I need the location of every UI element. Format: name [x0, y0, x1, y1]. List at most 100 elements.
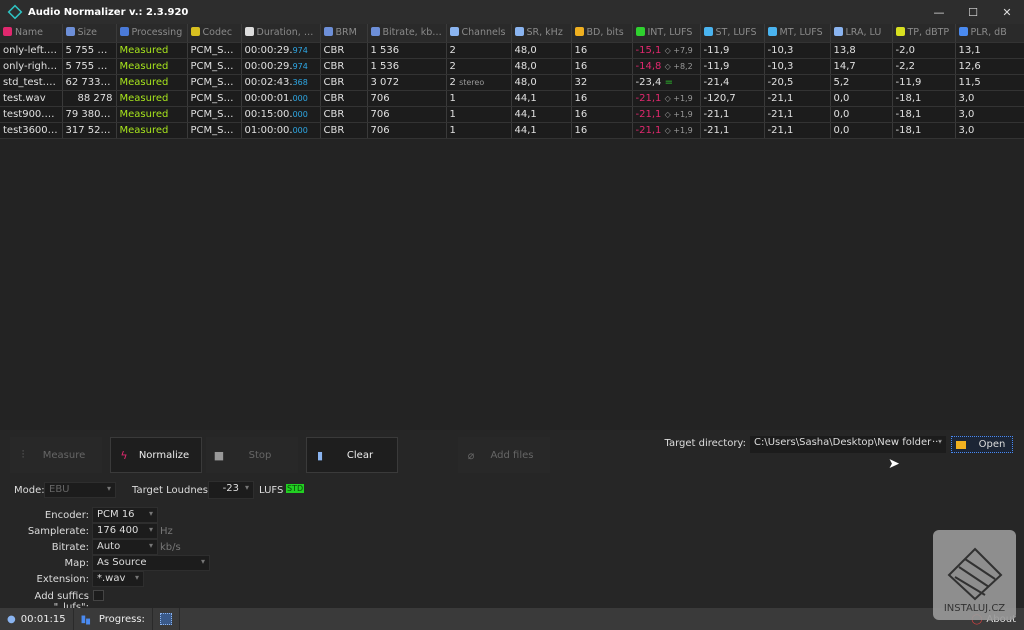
- tp-value: -18,1: [895, 92, 922, 104]
- name-value: only-left.wav: [3, 44, 62, 56]
- channels-value: 2: [449, 60, 456, 72]
- table-row[interactable]: only-left.wav 5 755 266 Measured PCM_S1... 0…: [0, 42, 1024, 59]
- cell-brm: CBR: [320, 106, 368, 123]
- table-row[interactable]: test900.wav79 380 078MeasuredPCM_S1...00…: [0, 106, 1024, 123]
- clock-icon: ●: [7, 613, 16, 625]
- mouse-cursor-icon: ➤: [888, 456, 900, 472]
- stop-icon: ■: [213, 448, 225, 462]
- browse-button[interactable]: ···: [932, 437, 942, 448]
- cell-name: only-right....: [0, 58, 63, 75]
- stop-button[interactable]: ■ Stop: [206, 437, 298, 473]
- normalize-button[interactable]: ϟ Normalize: [110, 437, 202, 473]
- column-header-channels[interactable]: Channels: [446, 24, 512, 43]
- int-value: -15,1: [635, 44, 662, 56]
- channels-value: 2: [449, 44, 456, 56]
- samplerate-select[interactable]: 176 400: [92, 523, 158, 539]
- cell-bitrate: 706: [367, 106, 447, 123]
- measure-label: Measure: [42, 449, 86, 461]
- add-files-button[interactable]: ⌀ Add files: [458, 437, 550, 473]
- add-suffix-checkbox[interactable]: [93, 590, 104, 601]
- extension-select[interactable]: *.wav: [92, 571, 144, 587]
- cell-processing: Measured: [116, 58, 188, 75]
- column-header-sr[interactable]: SR, kHz: [511, 24, 572, 43]
- target-directory-input[interactable]: C:\Users\Sasha\Desktop\New folder: [750, 436, 946, 453]
- brm-value: CBR: [323, 108, 345, 120]
- minimize-button[interactable]: —: [922, 0, 956, 24]
- map-value: As Source: [97, 557, 147, 568]
- mode-select[interactable]: EBU: [44, 482, 116, 498]
- column-header-st[interactable]: ST, LUFS: [700, 24, 765, 43]
- column-header-size[interactable]: Size: [62, 24, 117, 43]
- encoder-select[interactable]: PCM 16: [92, 507, 158, 523]
- cell-tp: -18,1: [892, 106, 956, 123]
- clear-button[interactable]: ▮ Clear: [306, 437, 398, 473]
- cell-codec: PCM_S3...: [187, 74, 242, 91]
- brm-value: CBR: [323, 92, 345, 104]
- column-header-duration[interactable]: Duration, ms: [241, 24, 321, 43]
- cell-size: 88 278: [62, 90, 117, 107]
- cell-bd: 32: [571, 74, 633, 91]
- maximize-button[interactable]: ☐: [956, 0, 990, 24]
- lra-value: 5,2: [833, 76, 850, 88]
- extension-value: *.wav: [97, 573, 126, 584]
- mt-value: -10,3: [767, 60, 794, 72]
- tp-value: -2,2: [895, 60, 916, 72]
- lra-value: 13,8: [833, 44, 856, 56]
- column-header-label: Size: [77, 27, 98, 39]
- column-header-brm[interactable]: BRM: [320, 24, 368, 43]
- table-row[interactable]: only-right.... 5 755 266 Measured PCM_S1...…: [0, 58, 1024, 75]
- bitrate-value: 3 072: [370, 76, 400, 88]
- column-header-tp[interactable]: TP, dBTP: [892, 24, 956, 43]
- bitdepth-icon: [574, 27, 584, 37]
- cell-size: 5 755 266: [62, 42, 117, 59]
- measure-button[interactable]: ⫶ Measure: [10, 437, 102, 473]
- extension-label: Extension:: [36, 574, 89, 585]
- cell-mt: -20,5: [764, 74, 831, 91]
- brm-value: CBR: [323, 124, 345, 136]
- bitrate-value: 1 536: [370, 60, 400, 72]
- folder-icon: [956, 440, 966, 449]
- cell-brm: CBR: [320, 58, 368, 75]
- brm-value: CBR: [323, 44, 345, 56]
- file-icon: [65, 27, 75, 37]
- int-value: -23,4: [635, 76, 662, 88]
- st-value: -21,4: [703, 76, 730, 88]
- bitrate-select[interactable]: Auto: [92, 539, 158, 555]
- column-header-codec[interactable]: Codec: [187, 24, 242, 43]
- status-bar: ●00:01:15 ▮▖Progress: ◯About: [0, 608, 1024, 630]
- open-button[interactable]: Open: [951, 436, 1013, 453]
- channels-note: stereo: [459, 77, 485, 87]
- table-row[interactable]: test.wav 88 278 Measured PCM_S1... 00:00:01.…: [0, 90, 1024, 107]
- column-header-plr[interactable]: PLR, dB: [955, 24, 1024, 43]
- column-header-int[interactable]: INT, LUFS: [632, 24, 701, 43]
- bd-value: 16: [574, 44, 588, 56]
- lra-value: 0,0: [833, 124, 850, 136]
- column-header-name[interactable]: Name: [0, 24, 63, 43]
- column-header-label: SR, kHz: [526, 27, 563, 39]
- cell-processing: Measured: [116, 90, 188, 107]
- cell-codec: PCM_S1...: [187, 58, 242, 75]
- table-row[interactable]: std_test.wav62 733 502MeasuredPCM_S3...0…: [0, 74, 1024, 91]
- target-loudness-spinner[interactable]: -23: [208, 481, 254, 499]
- close-button[interactable]: ✕: [990, 0, 1024, 24]
- sr-value: 44,1: [514, 92, 537, 104]
- column-header-mt[interactable]: MT, LUFS: [764, 24, 831, 43]
- column-header-bitrate[interactable]: Bitrate, kbps: [367, 24, 447, 43]
- column-header-lra[interactable]: LRA, LU: [830, 24, 893, 43]
- cell-channels: 2 stereo: [446, 74, 512, 91]
- cell-bitrate: 1 536: [367, 58, 447, 75]
- channels-icon: [449, 27, 459, 37]
- column-header-bd[interactable]: BD, bits: [571, 24, 633, 43]
- progress-icon: ▮▖: [80, 613, 94, 625]
- cell-processing: Measured: [116, 122, 188, 139]
- cell-lra: 0,0: [830, 106, 893, 123]
- cell-int: -21,1 ◇ +1,9: [632, 90, 701, 107]
- cell-name: only-left.wav: [0, 42, 63, 59]
- column-header-processing[interactable]: Processing: [116, 24, 188, 43]
- cell-duration: 00:00:29.974: [241, 58, 321, 75]
- map-select[interactable]: As Source: [92, 555, 210, 571]
- cell-lra: 13,8: [830, 42, 893, 59]
- processing-value: Measured: [119, 44, 169, 56]
- plr-value: 3,0: [958, 92, 975, 104]
- table-row[interactable]: test3600.... 317 520 ... Measured PCM_S1...…: [0, 122, 1024, 139]
